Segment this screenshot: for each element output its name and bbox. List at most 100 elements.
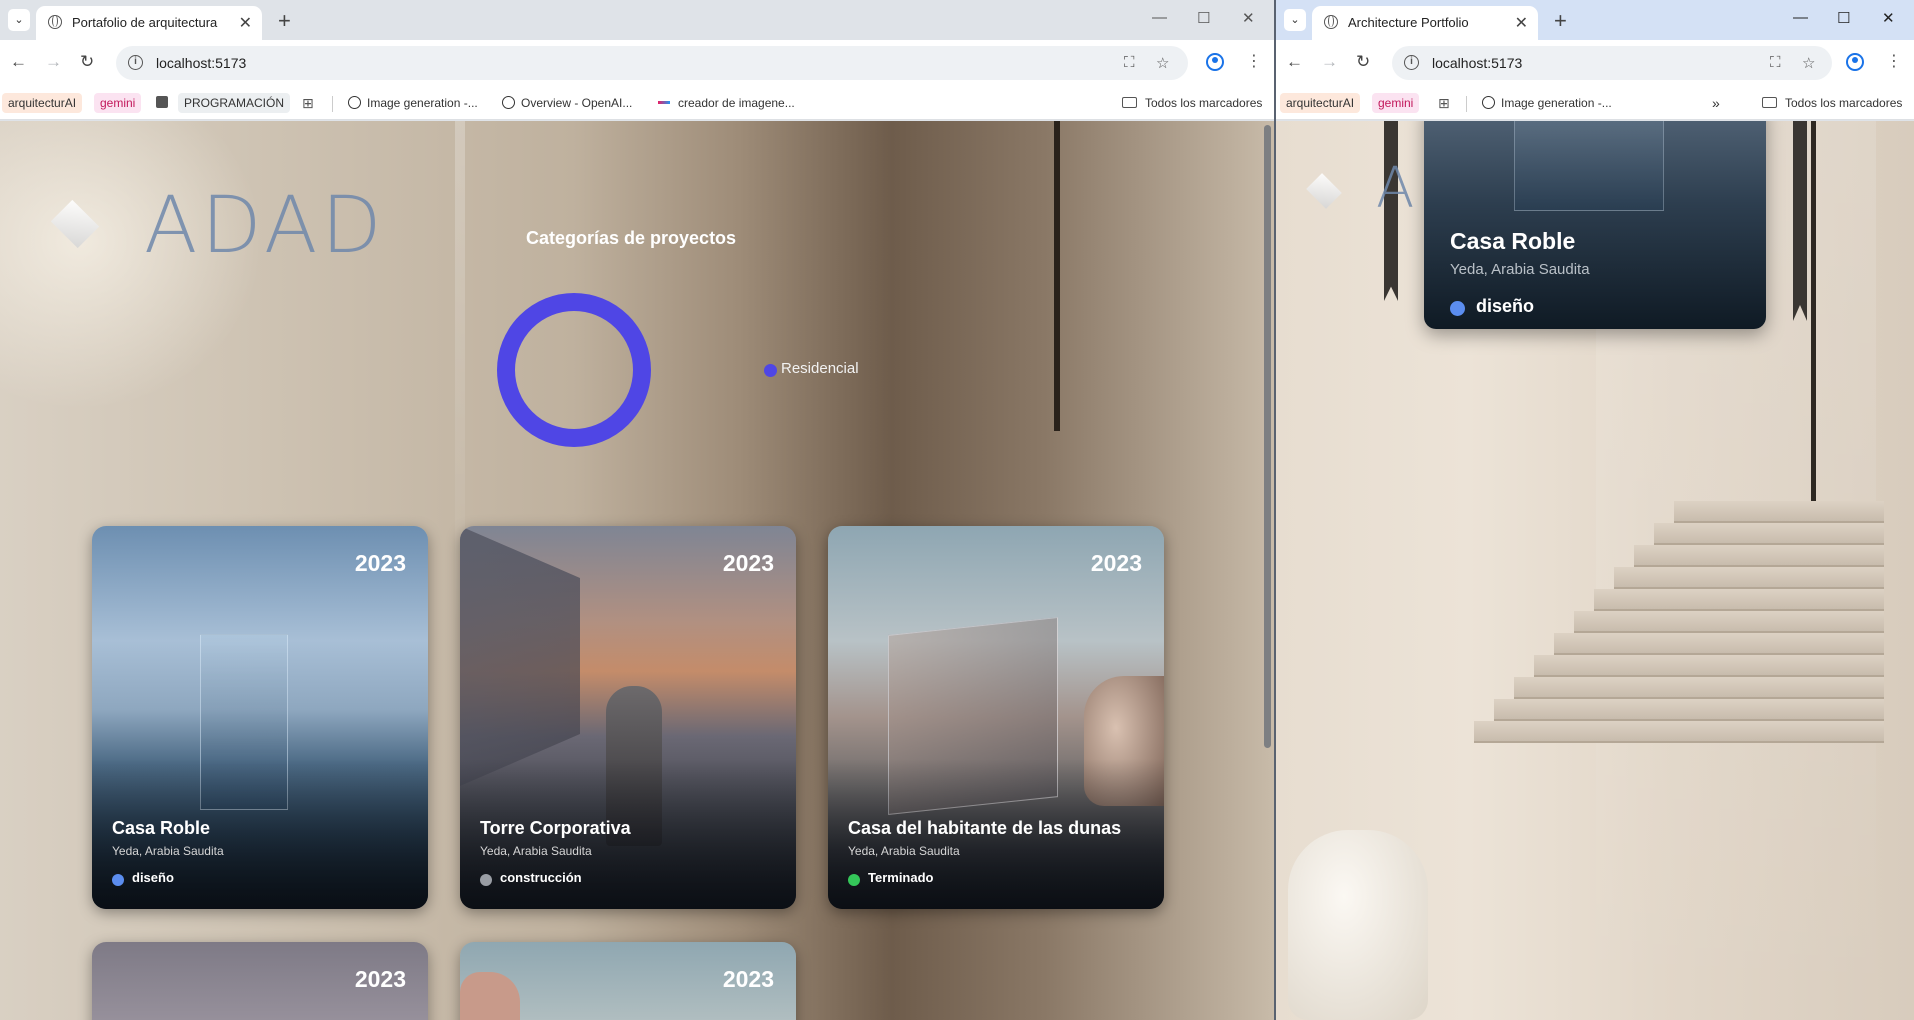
project-card[interactable]: 2023 Torre Corporativa Yeda, Arabia Saud… — [460, 526, 796, 909]
browser-window-left: ⌄ Portafolio de arquitectura ✕ + — ☐ ✕ ←… — [0, 0, 1274, 1020]
stair-step — [1514, 677, 1884, 699]
stair-step — [1574, 611, 1884, 633]
bookmark-programacion[interactable]: PROGRAMACIÓN — [178, 93, 291, 113]
tab-strip: ⌄ Portafolio de arquitectura ✕ + — ☐ ✕ — [0, 0, 1274, 40]
openai-icon — [502, 96, 515, 109]
openai-icon — [348, 96, 361, 109]
stair-step — [1634, 545, 1884, 567]
close-tab-icon[interactable]: ✕ — [1515, 13, 1528, 33]
bookmark-separator — [1466, 96, 1467, 112]
bookmarks-bar: arquitecturAI gemini PROGRAMACIÓN ⊞ Imag… — [0, 86, 1274, 120]
bookmark-overview-openai[interactable]: Overview - OpenAI... — [502, 93, 632, 113]
bookmark-gemini[interactable]: gemini — [94, 93, 142, 113]
minimize-button[interactable]: — — [1793, 9, 1808, 26]
close-tab-icon[interactable]: ✕ — [239, 13, 252, 33]
forward-button[interactable]: → — [1321, 52, 1338, 72]
more-bookmarks-chevron-icon[interactable]: » — [1712, 93, 1720, 113]
bookmarks-bar: arquitecturAI gemini ⊞ Image generation … — [1276, 86, 1914, 120]
site-logo[interactable]: ADAD — [144, 181, 385, 271]
stair-rail — [1811, 121, 1816, 501]
stair-step — [1654, 523, 1884, 545]
page-scrollbar[interactable] — [1262, 125, 1272, 1016]
close-window-button[interactable]: ✕ — [1242, 9, 1255, 27]
bookmark-arquitecturai[interactable]: arquitecturAI — [1280, 93, 1361, 113]
tab-strip: ⌄ Architecture Portfolio ✕ + — ☐ ✕ — [1276, 0, 1914, 40]
bookmark-gemini[interactable]: gemini — [1372, 93, 1420, 113]
new-tab-button[interactable]: + — [278, 8, 291, 34]
profile-icon[interactable] — [1846, 53, 1864, 71]
project-card[interactable]: 2023 Casa Roble Yeda, Arabia Saudita dis… — [92, 526, 428, 909]
stair-step — [1614, 567, 1884, 589]
project-card[interactable]: Casa Roble Yeda, Arabia Saudita diseño — [1424, 121, 1766, 329]
back-button[interactable]: ← — [10, 52, 27, 72]
status-dot-icon — [480, 874, 492, 886]
reload-button[interactable]: ↻ — [80, 52, 94, 72]
chart-title: Categorías de proyectos — [526, 228, 737, 248]
card-year: 2023 — [722, 966, 774, 992]
bookmark-arquitecturai[interactable]: arquitecturAI — [2, 93, 83, 113]
url-text[interactable]: localhost:5173 — [1432, 55, 1522, 71]
folder-icon — [1122, 97, 1137, 108]
close-window-button[interactable]: ✕ — [1882, 9, 1895, 27]
address-toolbar: ← → ↻ i localhost:5173 ⛶ ☆ ⋮ — [0, 40, 1274, 86]
folder-color-icon — [156, 93, 168, 113]
stair-step — [1554, 633, 1884, 655]
bookmark-label: Image generation -... — [367, 96, 478, 110]
apps-grid-icon[interactable]: ⊞ — [1438, 96, 1450, 110]
site-info-icon[interactable]: i — [128, 55, 143, 70]
card-status: diseño — [132, 870, 174, 885]
glass-pavilion-image — [1514, 121, 1664, 211]
donut-slice-residencial[interactable] — [497, 293, 651, 447]
folder-icon — [1762, 97, 1777, 108]
card-location: Yeda, Arabia Saudita — [1450, 261, 1590, 278]
all-bookmarks-label: Todos los marcadores — [1785, 96, 1903, 110]
card-title: Torre Corporativa — [480, 818, 631, 838]
translate-icon[interactable]: ⛶ — [1124, 54, 1135, 71]
card-location: Yeda, Arabia Saudita — [848, 844, 960, 858]
page-viewport: ADAD Casa Roble Yeda, Arabia Saudita dis… — [1276, 121, 1914, 1020]
card-location: Yeda, Arabia Saudita — [112, 844, 224, 858]
reload-button[interactable]: ↻ — [1356, 52, 1370, 72]
bookmark-image-generation[interactable]: Image generation -... — [1482, 93, 1612, 113]
tab-search-button[interactable]: ⌄ — [1284, 9, 1306, 31]
tab-active[interactable]: Portafolio de arquitectura ✕ — [36, 6, 262, 40]
browser-window-right: ⌄ Architecture Portfolio ✕ + — ☐ ✕ ← → ↻… — [1276, 0, 1914, 1020]
tab-title: Portafolio de arquitectura — [72, 15, 218, 30]
tab-active[interactable]: Architecture Portfolio ✕ — [1312, 6, 1538, 40]
new-tab-button[interactable]: + — [1554, 8, 1567, 34]
translate-icon[interactable]: ⛶ — [1770, 54, 1781, 71]
minimize-button[interactable]: — — [1152, 9, 1167, 26]
bookmark-image-generation[interactable]: Image generation -... — [348, 93, 478, 113]
category-donut-chart — [497, 293, 651, 447]
project-card[interactable]: 2023 — [92, 942, 428, 1020]
apps-grid-icon[interactable]: ⊞ — [302, 96, 314, 110]
url-text[interactable]: localhost:5173 — [156, 55, 246, 71]
project-card[interactable]: 2023 Casa del habitante de las dunas Yed… — [828, 526, 1164, 909]
bookmark-star-icon[interactable]: ☆ — [1802, 54, 1815, 72]
stair-rail — [1054, 121, 1060, 431]
address-toolbar: ← → ↻ i localhost:5173 ⛶ ☆ ⋮ — [1276, 40, 1914, 86]
bookmark-creador-imagenes[interactable]: creador de imagene... — [658, 93, 795, 113]
tab-search-button[interactable]: ⌄ — [8, 9, 30, 31]
address-bar[interactable]: i localhost:5173 ⛶ ☆ — [116, 46, 1188, 80]
forward-button[interactable]: → — [45, 52, 62, 72]
profile-icon[interactable] — [1206, 53, 1224, 71]
bookmark-label: Overview - OpenAI... — [521, 96, 633, 110]
openai-icon — [1482, 96, 1495, 109]
card-title: Casa Roble — [112, 818, 211, 838]
all-bookmarks-folder[interactable]: Todos los marcadores — [1762, 93, 1902, 113]
site-info-icon[interactable]: i — [1404, 55, 1419, 70]
logo-diamond-icon — [50, 199, 100, 249]
maximize-button[interactable]: ☐ — [1837, 9, 1850, 27]
menu-icon[interactable]: ⋮ — [1246, 51, 1262, 71]
scrollbar-thumb[interactable] — [1264, 125, 1271, 748]
bookmark-label: Image generation -... — [1501, 96, 1612, 110]
bookmark-star-icon[interactable]: ☆ — [1156, 54, 1169, 72]
card-title: Casa del habitante de las dunas — [848, 818, 1122, 838]
all-bookmarks-folder[interactable]: Todos los marcadores — [1122, 93, 1262, 113]
menu-icon[interactable]: ⋮ — [1886, 51, 1902, 71]
maximize-button[interactable]: ☐ — [1197, 9, 1210, 27]
back-button[interactable]: ← — [1286, 52, 1303, 72]
address-bar[interactable]: i localhost:5173 ⛶ ☆ — [1392, 46, 1832, 80]
project-card[interactable]: 2023 — [460, 942, 796, 1020]
